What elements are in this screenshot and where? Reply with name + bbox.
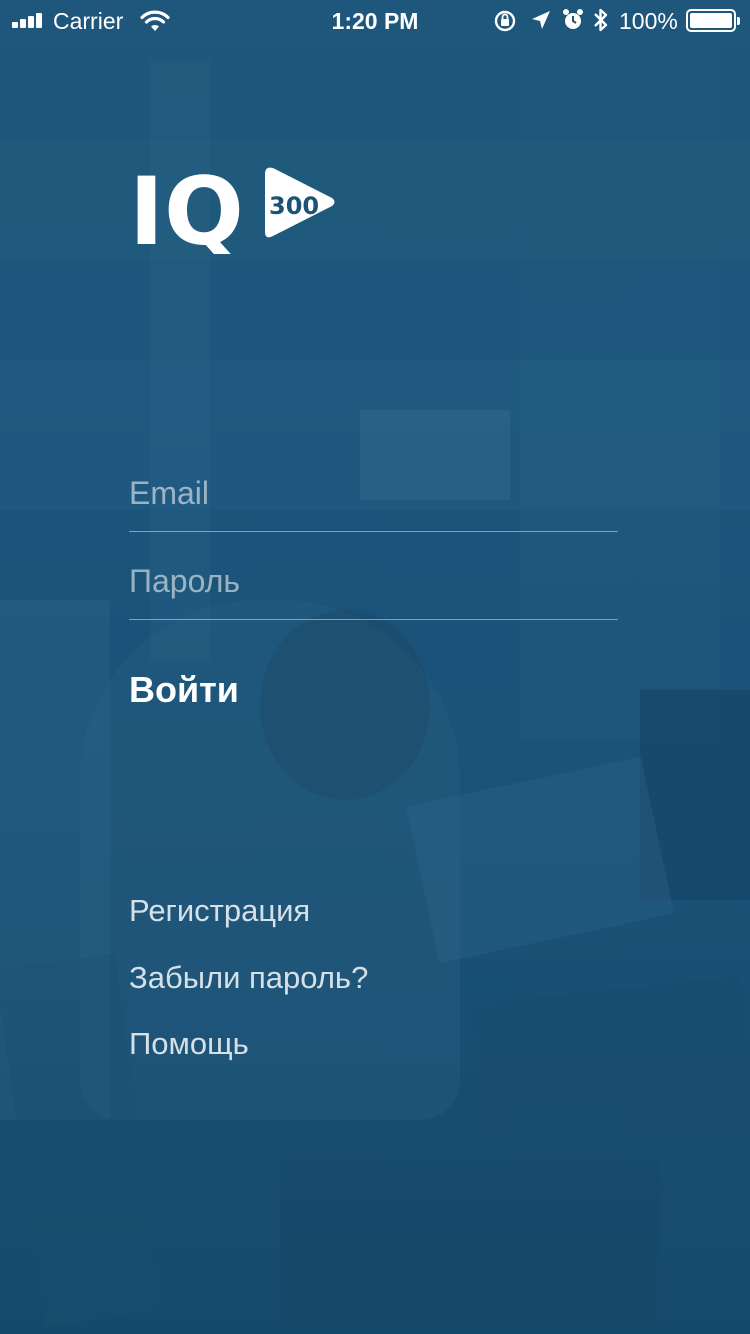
logo-badge-text: 300 [269,192,319,220]
email-field [129,461,618,532]
forgot-password-link[interactable]: Забыли пароль? [129,960,368,996]
password-input[interactable] [129,561,618,601]
orientation-lock-icon [494,10,516,32]
bluetooth-icon [594,8,608,32]
logo-letters: IQ [129,162,244,254]
login-button[interactable]: Войти [129,669,239,711]
help-link[interactable]: Помощь [129,1026,249,1062]
email-input[interactable] [129,473,618,513]
register-link[interactable]: Регистрация [129,893,310,929]
location-icon [532,11,550,29]
alarm-icon [563,9,583,29]
status-bar: Carrier 1:20 PM 100% [0,0,750,40]
battery-percent: 100% [619,8,678,34]
battery-icon [686,9,740,32]
password-field [129,549,618,620]
iq300-logo: IQ 300 [129,162,335,254]
background-overlay [0,0,750,1334]
